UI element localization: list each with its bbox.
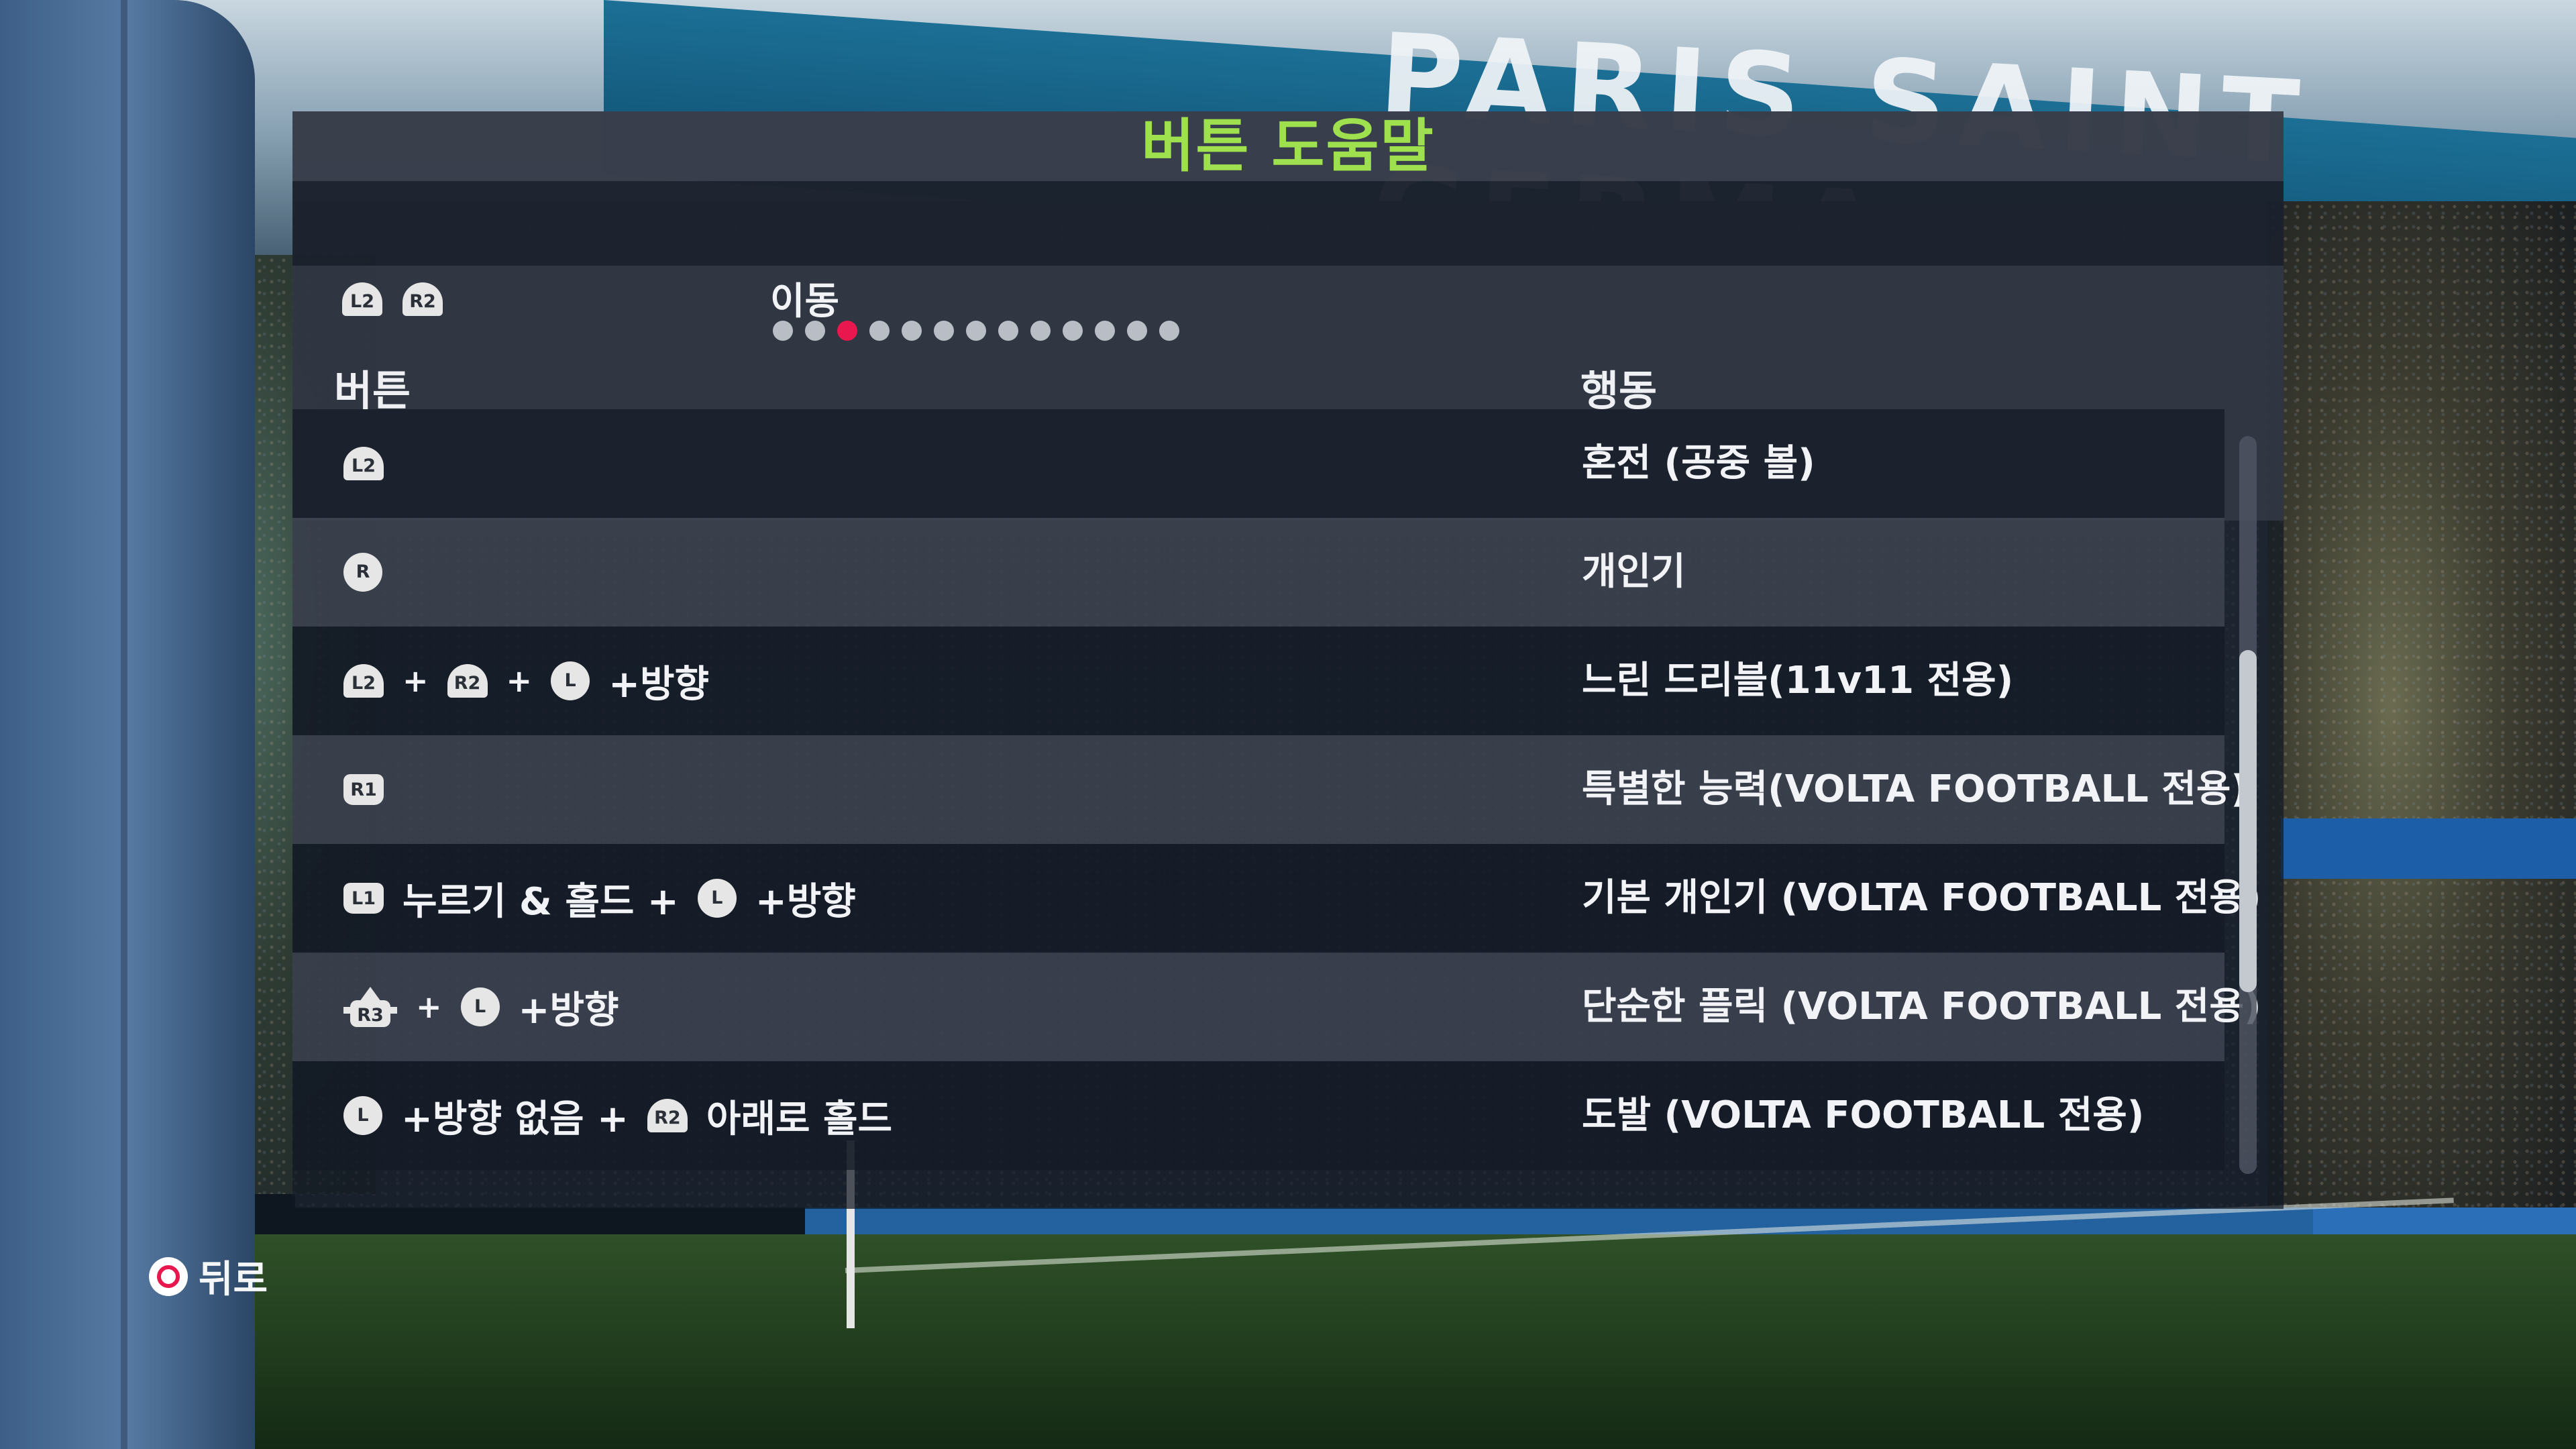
control-row[interactable]: R1 특별한 능력(VOLTA FOOTBALL 전용) (292, 735, 2248, 844)
page-dot[interactable] (966, 321, 986, 341)
column-header-action: 행동 (1580, 366, 1658, 415)
r1-bumper-icon: R1 (343, 774, 384, 805)
r3-stick-press-icon: R3 (343, 987, 397, 1027)
page-nav-label: 이동 (770, 280, 840, 323)
control-keys: L1 누르기 & 홀드 + L +방향 (343, 844, 856, 953)
page-dot[interactable] (934, 321, 954, 341)
control-action: 혼전 (공중 볼) (1582, 441, 1815, 485)
key-text: 아래로 홀드 (706, 1097, 893, 1141)
key-text: 누르기 & 홀드 + (402, 879, 679, 924)
l2-trigger-icon: L2 (343, 447, 384, 480)
control-action: 단순한 플릭 (VOLTA FOOTBALL 전용) (1582, 985, 2261, 1028)
stand-right (2267, 201, 2576, 1208)
control-action: 느린 드리블(11v11 전용) (1582, 659, 2014, 702)
player-silhouette (0, 0, 255, 1449)
control-action: 특별한 능력(VOLTA FOOTBALL 전용) (1582, 767, 2248, 811)
right-stick-icon: R (343, 553, 382, 592)
control-keys: R3 + L +방향 (343, 953, 619, 1061)
control-keys: R (343, 518, 382, 627)
left-stick-icon: L (460, 987, 500, 1026)
page-dot[interactable] (773, 321, 793, 341)
control-action: 기본 개인기 (VOLTA FOOTBALL 전용) (1582, 876, 2261, 920)
key-text: +방향 (608, 662, 710, 706)
r2-trigger-icon: R2 (447, 664, 488, 698)
page-indicator[interactable] (773, 321, 1179, 341)
plus-sign: + (506, 663, 533, 699)
circle-button-icon (149, 1256, 188, 1296)
control-row[interactable]: L2 혼전 (공중 볼) (292, 409, 2224, 518)
control-row[interactable]: L +방향 없음 + R2 아래로 홀드 도발 (VOLTA FOOTBALL 전용) (292, 1061, 2224, 1170)
page-dot[interactable] (837, 321, 857, 341)
column-header-button: 버튼 (334, 366, 411, 415)
l2-trigger-icon[interactable]: L2 (342, 282, 382, 316)
title-bar: 버튼 도움말 (292, 111, 2284, 181)
key-text: +방향 없음 + (401, 1097, 629, 1141)
panel-title: 버튼 도움말 (1141, 113, 1435, 180)
ad-board (2281, 818, 2576, 879)
left-stick-icon: L (343, 1096, 382, 1135)
scrollbar-thumb[interactable] (2239, 650, 2257, 992)
r2-trigger-icon[interactable]: R2 (402, 282, 443, 316)
r3-label: R3 (350, 1000, 390, 1027)
page-dot[interactable] (902, 321, 922, 341)
control-row[interactable]: R 개인기 (292, 518, 2224, 627)
left-stick-icon: L (551, 661, 590, 700)
pitch (0, 1234, 2576, 1449)
control-keys: R1 (343, 735, 384, 844)
page-dot[interactable] (1095, 321, 1115, 341)
plus-sign: + (402, 663, 429, 699)
control-keys: L2 (343, 409, 384, 518)
scrollbar[interactable] (2239, 436, 2257, 1174)
page-dot[interactable] (1030, 321, 1051, 341)
control-keys: L +방향 없음 + R2 아래로 홀드 (343, 1061, 892, 1170)
button-help-panel: 버튼 도움말 L2 R2 이동 버튼 행동 L2 혼전 (공중 볼) R 개인기 L2 +… (292, 111, 2284, 1209)
page-dot[interactable] (1159, 321, 1179, 341)
back-hint[interactable]: 뒤로 (149, 1249, 268, 1303)
control-row[interactable]: R3 + L +방향 단순한 플릭 (VOLTA FOOTBALL 전용) (292, 953, 2261, 1061)
page-dot[interactable] (1127, 321, 1147, 341)
key-text: +방향 (518, 988, 619, 1032)
l1-bumper-icon: L1 (343, 883, 384, 914)
page-dot[interactable] (805, 321, 825, 341)
left-stick-icon: L (697, 879, 737, 918)
page-dot[interactable] (998, 321, 1018, 341)
control-row[interactable]: L1 누르기 & 홀드 + L +방향 기본 개인기 (VOLTA FOOTBALL 전… (292, 844, 2261, 953)
panel-spacer (292, 181, 2284, 266)
l2-trigger-icon: L2 (343, 664, 384, 698)
control-row[interactable]: L2 + R2 + L +방향 느린 드리블(11v11 전용) (292, 627, 2224, 735)
control-action: 개인기 (1582, 550, 1686, 594)
page-dot[interactable] (869, 321, 890, 341)
r2-trigger-icon: R2 (647, 1099, 688, 1132)
control-action: 도발 (VOLTA FOOTBALL 전용) (1582, 1093, 2145, 1137)
key-text: +방향 (755, 879, 856, 924)
back-label: 뒤로 (199, 1258, 268, 1301)
control-keys: L2 + R2 + L +방향 (343, 627, 709, 735)
plus-sign: + (416, 989, 442, 1025)
page-nav-keys: L2 R2 (342, 282, 443, 316)
page-dot[interactable] (1063, 321, 1083, 341)
